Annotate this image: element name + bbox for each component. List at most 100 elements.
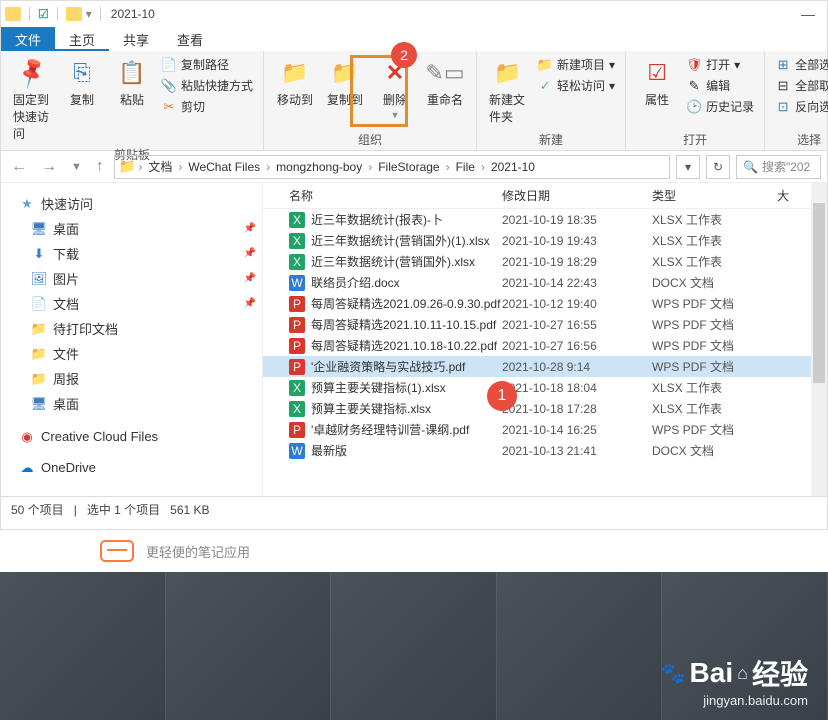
pin-to-quick-access-button[interactable]: 📌 固定到快速访问 (9, 55, 55, 144)
copy-icon: ⎘ (66, 57, 98, 89)
history-button[interactable]: 🕑历史记录 (684, 97, 756, 116)
back-button[interactable]: ← (7, 158, 31, 176)
file-date: 2021-10-28 9:14 (502, 360, 652, 374)
file-name: 每周答疑精选2021.09.26-0.9.30.pdf (311, 295, 502, 312)
file-row[interactable]: P'企业融资策略与实战技巧.pdf2021-10-28 9:14WPS PDF … (263, 356, 827, 377)
file-name: 每周答疑精选2021.10.11-10.15.pdf (311, 316, 502, 333)
new-folder-button[interactable]: 📁 新建文件夹 (485, 55, 531, 127)
open-button[interactable]: 🛡打开 ▾ (684, 55, 756, 74)
file-list: 名称 修改日期 类型 大 X近三年数据统计(报表)-卜.xlsx2021-10-… (263, 183, 827, 496)
sidebar-quick-access[interactable]: ★快速访问 (1, 191, 262, 216)
window-title: 2021-10 (111, 7, 155, 21)
sidebar-ccf[interactable]: ◉Creative Cloud Files (1, 426, 262, 447)
sidebar: ★快速访问 🖥桌面📌 ⬇下载📌 🖼图片📌 📄文档📌 📁待打印文档 📁文件 📁周报… (1, 183, 263, 496)
delete-button[interactable]: ✕ 删除 ▼ (372, 55, 418, 122)
status-size: 561 KB (170, 503, 209, 517)
file-row[interactable]: X近三年数据统计(营销国外)(1).xlsx2021-10-19 19:43XL… (263, 230, 827, 251)
paw-icon: 🐾 (661, 661, 686, 686)
explorer-window: ☑ ▾ 2021-10 — 文件 主页 共享 查看 📌 固定到快速访问 ⎘ (0, 0, 828, 530)
col-name[interactable]: 名称 (263, 187, 502, 204)
folder-icon: 📁 (31, 347, 47, 361)
paste-button[interactable]: 📋 粘贴 (109, 55, 155, 110)
status-count: 50 个项目 (11, 501, 64, 518)
easy-access-button[interactable]: ✓轻松访问 ▾ (535, 76, 617, 95)
tab-share[interactable]: 共享 (109, 27, 163, 51)
file-date: 2021-10-14 22:43 (502, 276, 652, 290)
file-pdf-icon: P (289, 317, 305, 333)
file-date: 2021-10-18 17:28 (502, 402, 652, 416)
sidebar-desktop2[interactable]: 🖥桌面 (1, 391, 262, 416)
watermark: 🐾 Bai ⌂ 经验 jingyan.baidu.com (661, 653, 808, 708)
new-item-button[interactable]: 📁新建项目 ▾ (535, 55, 617, 74)
tab-file[interactable]: 文件 (1, 27, 55, 51)
status-bar: 50 个项目 | 选中 1 个项目 561 KB (1, 496, 827, 522)
paste-icon: 📋 (116, 57, 148, 89)
file-row[interactable]: X预算主要关键指标.xlsx2021-10-18 17:28XLSX 工作表 (263, 398, 827, 419)
list-header: 名称 修改日期 类型 大 (263, 183, 827, 209)
edit-button[interactable]: ✎编辑 (684, 76, 756, 95)
select-all-button[interactable]: ⊞全部选择 (773, 55, 828, 74)
file-type: WPS PDF 文档 (652, 421, 777, 438)
tab-home[interactable]: 主页 (55, 27, 109, 51)
file-row[interactable]: X近三年数据统计(营销国外).xlsx2021-10-19 18:29XLSX … (263, 251, 827, 272)
cut-button[interactable]: ✂剪切 (159, 97, 255, 116)
file-type: XLSX 工作表 (652, 253, 777, 270)
scrollbar[interactable] (811, 183, 827, 496)
col-type[interactable]: 类型 (652, 187, 777, 204)
copy-button[interactable]: ⎘ 复制 (59, 55, 105, 110)
folder-icon (66, 7, 82, 21)
breadcrumb-dropdown[interactable]: ▾ (676, 155, 700, 179)
sidebar-pictures[interactable]: 🖼图片📌 (1, 266, 262, 291)
sidebar-desktop[interactable]: 🖥桌面📌 (1, 216, 262, 241)
file-type: WPS PDF 文档 (652, 316, 777, 333)
file-row[interactable]: P每周答疑精选2021.10.11-10.15.pdf2021-10-27 16… (263, 314, 827, 335)
col-size[interactable]: 大 (777, 187, 789, 204)
invert-selection-button[interactable]: ⊡反向选择 (773, 97, 828, 116)
note-text: 更轻便的笔记应用 (146, 542, 250, 561)
move-to-button[interactable]: 📁 移动到 (272, 55, 318, 110)
properties-button[interactable]: ☑ 属性 (634, 55, 680, 110)
tab-view[interactable]: 查看 (163, 27, 217, 51)
sidebar-files[interactable]: 📁文件 (1, 341, 262, 366)
file-docx-icon: W (289, 275, 305, 291)
sidebar-documents[interactable]: 📄文档📌 (1, 291, 262, 316)
sidebar-downloads[interactable]: ⬇下载📌 (1, 241, 262, 266)
file-date: 2021-10-14 16:25 (502, 423, 652, 437)
file-type: XLSX 工作表 (652, 379, 777, 396)
paste-shortcut-button[interactable]: 📎粘贴快捷方式 (159, 76, 255, 95)
minimize-button[interactable]: — (801, 6, 815, 22)
group-organize-label: 组织 (272, 129, 468, 148)
file-row[interactable]: W最新版2021-10-13 21:41DOCX 文档 (263, 440, 827, 461)
rename-button[interactable]: ✎▭ 重命名 (422, 55, 468, 110)
desktop-icon: 🖥 (31, 222, 47, 236)
copy-to-button[interactable]: 📁 复制到 (322, 55, 368, 110)
sidebar-weekly[interactable]: 📁周报 (1, 366, 262, 391)
ribbon-tabs: 文件 主页 共享 查看 (1, 27, 827, 51)
file-type: XLSX 工作表 (652, 232, 777, 249)
forward-button[interactable]: → (37, 158, 61, 176)
sidebar-onedrive[interactable]: ☁OneDrive (1, 457, 262, 478)
sidebar-toprint[interactable]: 📁待打印文档 (1, 316, 262, 341)
file-xlsx-icon: X (289, 254, 305, 270)
copy-path-button[interactable]: 📄复制路径 (159, 55, 255, 74)
file-row[interactable]: W联络员介绍.docx2021-10-14 22:43DOCX 文档 (263, 272, 827, 293)
select-none-button[interactable]: ⊟全部取消 (773, 76, 828, 95)
document-icon: 📄 (31, 297, 47, 311)
file-name: 最新版 (311, 442, 502, 459)
file-date: 2021-10-27 16:56 (502, 339, 652, 353)
file-xlsx-icon: X (289, 401, 305, 417)
history-dropdown[interactable]: ▼ (67, 161, 86, 173)
file-row[interactable]: P每周答疑精选2021.10.18-10.22.pdf2021-10-27 16… (263, 335, 827, 356)
file-row[interactable]: P每周答疑精选2021.09.26-0.9.30.pdf2021-10-12 1… (263, 293, 827, 314)
search-input[interactable]: 🔍 搜索"202 (736, 155, 821, 179)
file-row[interactable]: P'卓越财务经理特训营-课纲.pdf2021-10-14 16:25WPS PD… (263, 419, 827, 440)
group-select-label: 选择 (773, 129, 828, 148)
file-row[interactable]: X近三年数据统计(报表)-卜.xlsx2021-10-19 18:35XLSX … (263, 209, 827, 230)
up-button[interactable]: ↑ (92, 158, 108, 176)
folder-icon: 📁 (31, 372, 47, 386)
file-type: DOCX 文档 (652, 442, 777, 459)
file-row[interactable]: X预算主要关键指标(1).xlsx2021-10-18 18:04XLSX 工作… (263, 377, 827, 398)
col-date[interactable]: 修改日期 (502, 187, 652, 204)
breadcrumb[interactable]: 📁 › 文档› WeChat Files› mongzhong-boy› Fil… (114, 155, 670, 179)
refresh-button[interactable]: ↻ (706, 155, 730, 179)
